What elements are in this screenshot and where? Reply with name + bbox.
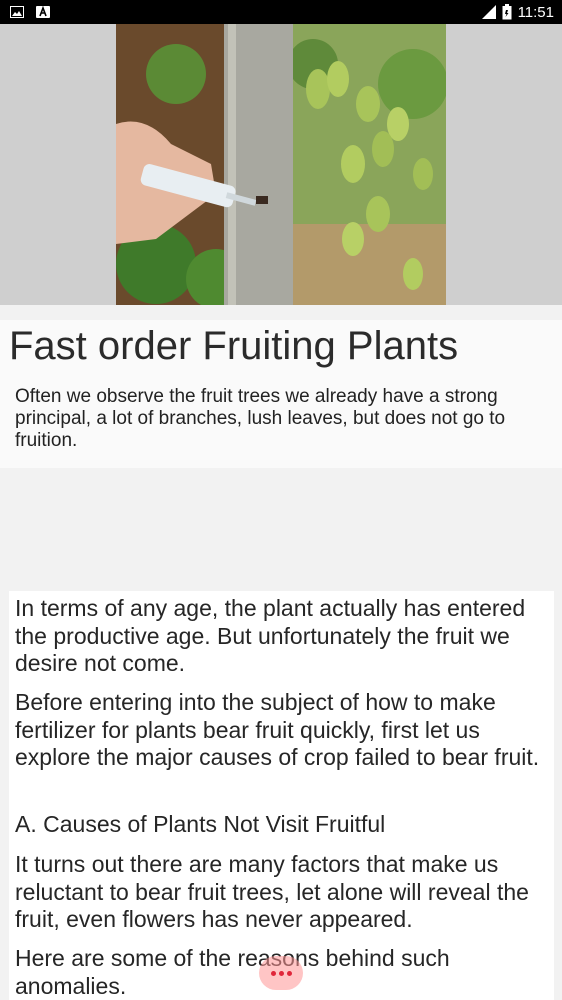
more-dots-icon bbox=[270, 970, 292, 976]
a-icon bbox=[36, 6, 50, 18]
page-title: Fast order Fruiting Plants bbox=[9, 324, 459, 368]
more-options-button[interactable] bbox=[259, 956, 303, 990]
paragraph: In terms of any age, the plant actually … bbox=[15, 595, 526, 676]
clock: 11:51 bbox=[517, 3, 554, 21]
title-card: Fast order Fruiting Plants Often we obse… bbox=[0, 320, 562, 468]
article-body[interactable]: In terms of any age, the plant actually … bbox=[9, 591, 554, 1000]
paragraph: It turns out there are many factors that… bbox=[15, 851, 529, 932]
section-heading: A. Causes of Plants Not Visit Fruitful bbox=[15, 811, 386, 837]
tree-injection-photo bbox=[116, 24, 293, 305]
battery-icon bbox=[502, 4, 512, 20]
intro-text: Often we observe the fruit trees we alre… bbox=[15, 386, 506, 451]
signal-icon bbox=[481, 5, 496, 19]
hero-image-area bbox=[0, 24, 562, 305]
mango-tree-photo bbox=[293, 24, 446, 305]
image-icon bbox=[10, 6, 24, 18]
paragraph: Before entering into the subject of how … bbox=[15, 689, 540, 770]
hero-image bbox=[116, 24, 446, 305]
status-bar: 11:51 bbox=[0, 0, 562, 24]
